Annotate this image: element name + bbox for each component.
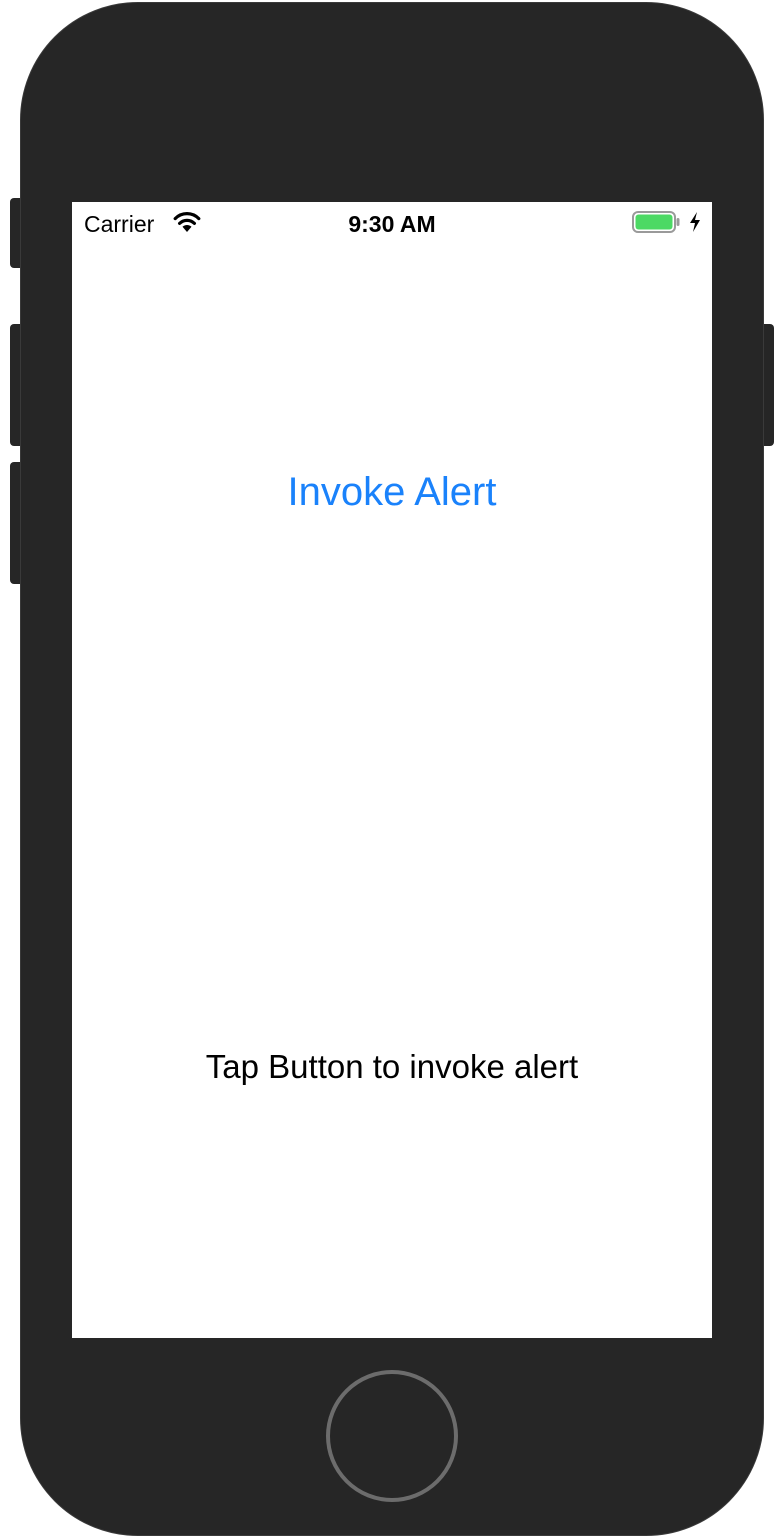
battery-icon xyxy=(632,211,680,233)
charging-bolt-icon xyxy=(690,212,700,232)
home-button[interactable] xyxy=(326,1370,458,1502)
device-screen: Carrier 9:30 AM Invoke Alert Tap Button … xyxy=(72,202,712,1338)
instruction-label: Tap Button to invoke alert xyxy=(205,1048,579,1085)
invoke-alert-button[interactable]: Invoke Alert xyxy=(72,470,712,515)
status-bar: Carrier 9:30 AM xyxy=(72,202,712,242)
status-time: 9:30 AM xyxy=(348,211,436,237)
